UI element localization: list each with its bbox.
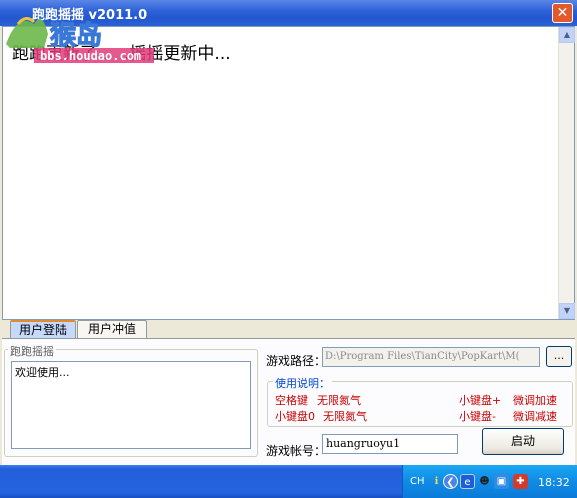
qq-icon[interactable]: ☻ — [477, 474, 492, 489]
tab-user-login[interactable]: 用户登陆 — [10, 320, 76, 339]
back-icon[interactable]: ❮ — [443, 474, 458, 489]
vertical-scrollbar[interactable]: ▲ ▼ — [558, 27, 575, 319]
browser-icon[interactable]: e — [460, 474, 475, 489]
scroll-up-icon: ▲ — [563, 30, 571, 39]
welcome-textbox[interactable]: 欢迎使用... — [11, 361, 251, 449]
start-button[interactable]: 启动 — [482, 428, 564, 455]
watermark-logo: 猴岛 bbs.houdao.com — [6, 17, 154, 63]
tab-user-recharge[interactable]: 用户冲值 — [77, 320, 147, 339]
watermark-brand: 猴岛 — [50, 20, 102, 51]
close-button[interactable]: ✕ — [552, 3, 573, 23]
clock: 18:32 — [538, 476, 570, 489]
status-group-title: 跑跑摇摇 — [8, 343, 56, 359]
scroll-down-icon: ▼ — [563, 306, 571, 315]
help-space-key: 空格键 — [275, 394, 308, 407]
game-path-label: 游戏路径： — [266, 354, 327, 368]
welcome-text: 欢迎使用... — [15, 366, 70, 379]
scroll-down-button[interactable]: ▼ — [559, 303, 575, 319]
help-keypad-0: 小键盘0 — [275, 410, 315, 423]
close-icon: ✕ — [556, 5, 569, 21]
scroll-up-button[interactable]: ▲ — [559, 27, 575, 43]
browse-button[interactable]: ... — [546, 346, 572, 367]
game-path-input[interactable]: D:\Program Files\TianCity\PopKart\M( — [322, 347, 540, 367]
language-indicator[interactable]: CH — [410, 476, 425, 487]
account-input[interactable]: huangruoyu1 — [322, 434, 458, 454]
help-fine-accel: 微调加速 — [513, 394, 557, 407]
help-group-title: 使用说明： — [273, 375, 332, 391]
help-icon[interactable]: ℹ — [429, 474, 444, 489]
network-icon[interactable]: ▣ — [494, 474, 509, 489]
news-panel: 跑跑更新了......摇摇更新中... ▲ ▼ — [2, 26, 575, 320]
help-keypad-plus: 小键盘+ — [459, 394, 502, 407]
help-keypad-minus: 小键盘- — [459, 410, 496, 423]
antivirus-icon[interactable]: ✚ — [513, 474, 528, 489]
help-unlimited-nitro-2: 无限氮气 — [323, 410, 367, 423]
watermark-url: bbs.houdao.com — [40, 49, 141, 63]
help-unlimited-nitro: 无限氮气 — [317, 394, 361, 407]
account-label: 游戏帐号： — [266, 444, 327, 458]
help-fine-decel: 微调减速 — [513, 410, 557, 423]
